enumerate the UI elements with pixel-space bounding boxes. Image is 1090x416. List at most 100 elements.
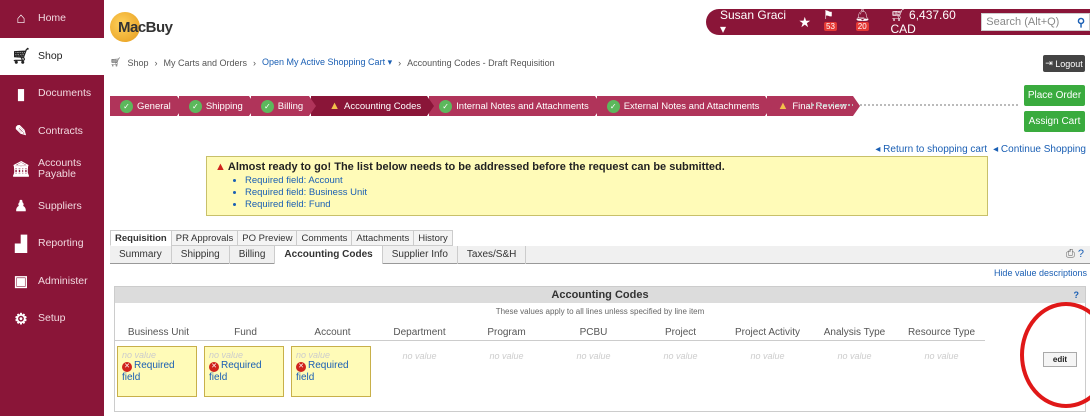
alert-count-badge: 20: [855, 22, 869, 31]
value-fund[interactable]: no value ✕ Required field: [204, 346, 284, 397]
accounting-codes-panel: Accounting Codes ? These values apply to…: [114, 286, 1086, 412]
breadcrumb-carts[interactable]: My Carts and Orders: [163, 58, 247, 68]
sidebar-item-shop[interactable]: 🛒︎ Shop: [0, 37, 104, 75]
wizard-step-billing[interactable]: ✓ Billing: [250, 96, 317, 116]
flag-notifications[interactable]: ⚑53: [823, 8, 845, 36]
wizard-step-internal-notes[interactable]: ✓ Internal Notes and Attachments: [429, 96, 602, 116]
tab-taxes[interactable]: Taxes/S&H: [458, 245, 527, 264]
column-project: Project: [664, 327, 697, 338]
check-icon: ✓: [260, 99, 274, 113]
home-icon: ⌂: [16, 10, 26, 28]
alert-item-account[interactable]: Required field: Account: [245, 175, 979, 187]
tab-supplier-info[interactable]: Supplier Info: [383, 245, 458, 264]
secondary-tabs: Summary Shipping Billing Accounting Code…: [110, 245, 1090, 264]
help-icon[interactable]: ?: [1074, 287, 1080, 303]
column-project-activity: Project Activity: [734, 327, 801, 338]
tab-comments[interactable]: Comments: [296, 230, 353, 246]
user-bar: Susan Graci ▾ ★ ⚑53 🔔︎20 🛒︎ 6,437.60 CAD…: [706, 8, 1090, 36]
tab-pr-approvals[interactable]: PR Approvals: [170, 230, 239, 246]
chevron-right-icon: ›: [253, 57, 256, 68]
chevron-right-icon: ›: [154, 57, 158, 68]
flag-icon: ⚑: [823, 8, 834, 22]
warning-icon: ▲: [215, 161, 226, 173]
column-account: Account: [314, 327, 351, 338]
primary-tabs: Requisition PR Approvals PO Preview Comm…: [110, 230, 453, 246]
value-resource-type: no value: [924, 351, 959, 361]
search-input[interactable]: Search (Alt+Q) ⚲: [981, 13, 1090, 31]
column-analysis-type: Analysis Type: [823, 327, 886, 338]
search-icon[interactable]: ⚲: [1077, 16, 1085, 29]
wizard-progress-dots: [808, 104, 1018, 106]
value-department: no value: [402, 351, 437, 361]
tab-summary[interactable]: Summary: [110, 245, 172, 264]
check-icon: ✓: [120, 99, 133, 113]
value-business-unit[interactable]: no value ✕ Required field: [117, 346, 197, 397]
back-arrow-icon: ◂: [993, 144, 999, 155]
administer-icon: ▣: [13, 273, 29, 291]
sidebar-item-reporting[interactable]: ▟ Reporting: [0, 225, 104, 263]
wizard-step-general[interactable]: ✓ General: [110, 96, 184, 116]
tab-billing[interactable]: Billing: [230, 245, 276, 264]
column-resource-type: Resource Type: [907, 327, 976, 338]
tab-accounting-codes[interactable]: Accounting Codes: [275, 245, 383, 264]
requisition-wizard: ✓ General ✓ Shipping ✓ Billing ▲ Accounting …: [110, 96, 861, 116]
chevron-right-icon: ›: [398, 57, 402, 68]
wizard-step-accounting-codes[interactable]: ▲ Accounting Codes: [311, 96, 435, 116]
documents-icon: ▮: [16, 85, 26, 103]
sidebar-item-suppliers[interactable]: ♟ Suppliers: [0, 188, 104, 226]
star-icon[interactable]: ★: [798, 14, 811, 31]
value-pcbu: no value: [576, 351, 611, 361]
user-menu[interactable]: Susan Graci ▾: [720, 8, 786, 36]
tab-po-preview[interactable]: PO Preview: [237, 230, 298, 246]
suppliers-icon: ♟: [14, 198, 28, 216]
bell-icon: 🔔︎: [854, 8, 870, 22]
logout-icon: ⇥: [1045, 58, 1053, 68]
sidebar-item-accounts-payable[interactable]: 🏛︎ Accounts Payable: [0, 150, 104, 188]
alerts-notifications[interactable]: 🔔︎20: [855, 8, 881, 36]
breadcrumb-active-cart[interactable]: Open My Active Shopping Cart ▾: [262, 57, 392, 68]
wizard-step-final-review[interactable]: ▲ Final Review: [767, 96, 861, 116]
logout-button[interactable]: ⇥ Logout: [1043, 55, 1085, 72]
place-order-button[interactable]: Place Order: [1024, 85, 1085, 106]
alert-item-fund[interactable]: Required field: Fund: [245, 199, 979, 211]
panel-title: Accounting Codes: [551, 289, 649, 301]
tab-attachments[interactable]: Attachments: [351, 230, 415, 246]
tab-requisition[interactable]: Requisition: [110, 230, 172, 246]
value-program: no value: [489, 351, 524, 361]
tab-shipping[interactable]: Shipping: [172, 245, 230, 264]
breadcrumb-shop[interactable]: Shop: [127, 58, 148, 68]
flag-count-badge: 53: [824, 22, 837, 31]
return-links: ◂ Return to shopping cart ◂ Continue Sho…: [875, 144, 1086, 155]
warning-icon: ▲: [329, 100, 341, 112]
column-department: Department: [393, 327, 446, 338]
alert-title: Almost ready to go! The list below needs…: [227, 161, 725, 173]
error-icon: ✕: [296, 362, 306, 372]
column-fund: Fund: [234, 327, 257, 338]
return-to-cart-link[interactable]: ◂ Return to shopping cart: [875, 144, 987, 155]
macbuy-logo[interactable]: MacBuy: [110, 12, 173, 42]
assign-cart-button[interactable]: Assign Cart: [1024, 111, 1085, 132]
column-pcbu: PCBU: [579, 327, 608, 338]
value-project: no value: [663, 351, 698, 361]
value-row: no value ✕ Required field no value ✕ Require…: [115, 346, 985, 397]
print-icon[interactable]: ⎙ ?: [1066, 248, 1084, 261]
wizard-step-external-notes[interactable]: ✓ External Notes and Attachments: [596, 96, 773, 116]
sidebar-item-documents[interactable]: ▮ Documents: [0, 75, 104, 113]
error-icon: ✕: [209, 362, 219, 372]
value-account[interactable]: no value ✕ Required field: [291, 346, 371, 397]
continue-shopping-link[interactable]: ◂ Continue Shopping: [993, 144, 1086, 155]
chart-icon: ▟: [15, 235, 27, 253]
edit-button[interactable]: edit: [1043, 352, 1077, 367]
sidebar-item-administer[interactable]: ▣ Administer: [0, 263, 104, 301]
value-analysis-type: no value: [837, 351, 872, 361]
alert-item-business-unit[interactable]: Required field: Business Unit: [245, 187, 979, 199]
sidebar-item-setup[interactable]: ⚙ Setup: [0, 300, 104, 338]
wizard-step-shipping[interactable]: ✓ Shipping: [178, 96, 256, 116]
tab-history[interactable]: History: [413, 230, 453, 246]
cart-total[interactable]: 🛒︎ 6,437.60 CAD: [890, 8, 973, 36]
sidebar-item-home[interactable]: ⌂ Home: [0, 0, 104, 38]
cart-icon: 🛒︎: [110, 57, 122, 67]
sidebar-item-contracts[interactable]: ✎ Contracts: [0, 113, 104, 151]
check-icon: ✓: [188, 99, 202, 113]
hide-value-descriptions-link[interactable]: Hide value descriptions: [994, 268, 1087, 278]
